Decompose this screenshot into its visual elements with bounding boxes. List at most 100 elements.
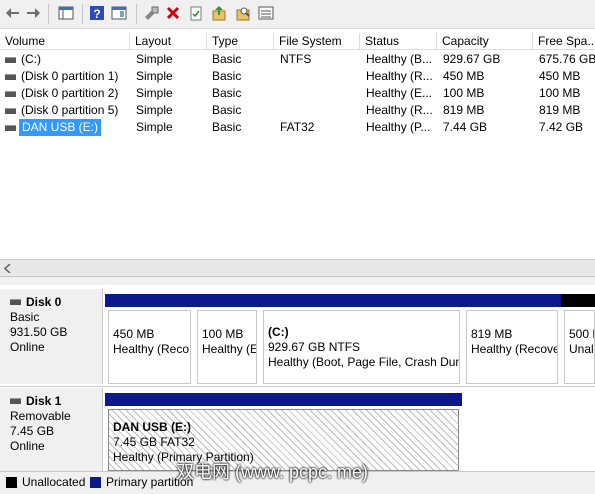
table-row[interactable]: (Disk 0 partition 2) Simple Basic Health… (0, 85, 595, 102)
volume-type: Basic (212, 86, 242, 100)
table-row[interactable]: (Disk 0 partition 1) Simple Basic Health… (0, 68, 595, 85)
refresh-icon[interactable] (210, 4, 228, 22)
volume-name: (Disk 0 partition 5) (21, 103, 119, 117)
delete-icon[interactable] (164, 4, 182, 22)
partition-size: 500 M (569, 327, 594, 341)
volume-status: Healthy (P... (366, 120, 431, 134)
removable-drive-icon (5, 125, 16, 131)
partition-size: 450 MB (113, 327, 155, 341)
partition-status: Unall (569, 342, 595, 356)
partition-block[interactable]: 450 MB Healthy (Reco (105, 294, 194, 384)
column-header-type[interactable]: Type (207, 33, 274, 50)
volume-type: Basic (212, 69, 242, 83)
volume-capacity: 100 MB (443, 86, 485, 100)
properties-icon[interactable] (187, 4, 205, 22)
primary-partition-bar (194, 294, 260, 307)
volume-type: Basic (212, 52, 242, 66)
volume-name: DAN USB (E:) (19, 119, 102, 136)
volume-layout: Simple (136, 69, 173, 83)
partition-title: (C:) (268, 325, 289, 339)
column-header-file-system[interactable]: File System (274, 33, 360, 50)
disk-state: Online (10, 439, 45, 453)
table-row[interactable]: (C:) Simple Basic NTFS Healthy (B... 929… (0, 51, 595, 68)
disk-1-label[interactable]: Disk 1 Removable 7.45 GB Online (0, 388, 103, 471)
volume-status: Healthy (B... (366, 52, 433, 66)
disk-size: 931.50 GB (10, 325, 68, 339)
disk-size: 7.45 GB (10, 424, 55, 438)
volume-type: Basic (212, 103, 242, 117)
volume-layout: Simple (136, 86, 173, 100)
legend-unallocated: Unallocated (22, 475, 86, 489)
partition-title: DAN USB (E:) (113, 420, 191, 434)
partition-status: Healthy (Recove (471, 342, 558, 356)
volume-list: Volume Layout Type File System Status Ca… (0, 33, 595, 259)
toolbar: ? (0, 0, 595, 29)
volume-status: Healthy (R... (366, 69, 433, 83)
svg-text:?: ? (93, 7, 100, 21)
volume-icon (5, 74, 16, 80)
partition-size: 819 MB (471, 327, 513, 341)
disk-0-label[interactable]: Disk 0 Basic 931.50 GB Online (0, 289, 103, 384)
horizontal-scrollbar[interactable] (0, 259, 595, 277)
primary-partition-bar (105, 393, 462, 406)
disk-separator (0, 386, 595, 387)
toolbar-separator (82, 4, 83, 24)
column-header-layout[interactable]: Layout (130, 33, 207, 50)
partition-size: 100 MB (202, 327, 244, 341)
action-pane-icon[interactable] (110, 4, 128, 22)
console-tree-icon[interactable] (57, 4, 75, 22)
volume-capacity: 450 MB (443, 69, 485, 83)
partition-status: Healthy (Boot, Page File, Crash Dun (268, 355, 460, 369)
volume-name: (Disk 0 partition 2) (21, 86, 119, 100)
volume-name: (C:) (21, 52, 41, 66)
volume-free-space: 450 MB (539, 69, 581, 83)
partition-status: Healthy (E (202, 342, 257, 356)
table-row[interactable]: (Disk 0 partition 5) Simple Basic Health… (0, 102, 595, 119)
column-header-free-space[interactable]: Free Spa... (533, 33, 595, 50)
unallocated-swatch (6, 477, 17, 488)
disk-icon (10, 298, 21, 305)
table-row-selected[interactable]: DAN USB (E:) Simple Basic FAT32 Healthy … (0, 119, 595, 136)
volume-type: Basic (212, 120, 242, 134)
unallocated-block[interactable]: 500 MUnall (561, 294, 595, 384)
column-header-capacity[interactable]: Capacity (437, 33, 533, 50)
volume-icon (5, 57, 16, 63)
disk-name: Disk 1 (26, 394, 62, 408)
help-icon[interactable]: ? (88, 4, 106, 22)
disk-kind: Removable (10, 409, 71, 423)
disk-kind: Basic (10, 310, 40, 324)
partition-size: 929.67 GB NTFS (268, 340, 361, 354)
partition-status: Healthy (Reco (113, 342, 190, 356)
volume-status: Healthy (R... (366, 103, 433, 117)
connect-icon[interactable] (142, 4, 160, 22)
forward-arrow-icon[interactable] (24, 4, 42, 22)
partition-size: 7.45 GB FAT32 (113, 435, 195, 449)
watermark: 双电网 (www. pcpc. me) (176, 462, 369, 482)
volume-icon (5, 108, 16, 114)
partition-block[interactable]: 100 MB Healthy (E (194, 294, 260, 384)
partition-block[interactable]: 819 MB Healthy (Recove (463, 294, 561, 384)
unallocated-bar (561, 294, 595, 307)
volume-file-system: NTFS (280, 52, 312, 66)
primary-partition-bar (260, 294, 463, 307)
search-icon[interactable] (234, 4, 252, 22)
volume-capacity: 819 MB (443, 103, 485, 117)
volume-icon (5, 91, 16, 97)
list-view-icon[interactable] (257, 4, 275, 22)
disk-icon (10, 397, 21, 404)
volume-free-space: 819 MB (539, 103, 581, 117)
disk-state: Online (10, 340, 45, 354)
volume-layout: Simple (136, 103, 173, 117)
partition-block[interactable]: (C:) 929.67 GB NTFS Healthy (Boot, Page Fi… (260, 294, 463, 384)
volume-status: Healthy (E... (366, 86, 433, 100)
primary-partition-bar (105, 294, 194, 307)
volume-free-space: 7.42 GB (539, 120, 584, 134)
column-header-volume[interactable]: Volume (0, 33, 130, 50)
scroll-left-arrow-icon[interactable] (4, 264, 12, 273)
toolbar-separator (136, 4, 137, 24)
volume-name: (Disk 0 partition 1) (21, 69, 119, 83)
volume-layout: Simple (136, 120, 173, 134)
column-header-status[interactable]: Status (360, 33, 437, 50)
disk-name: Disk 0 (26, 295, 62, 309)
back-arrow-icon[interactable] (4, 4, 22, 22)
